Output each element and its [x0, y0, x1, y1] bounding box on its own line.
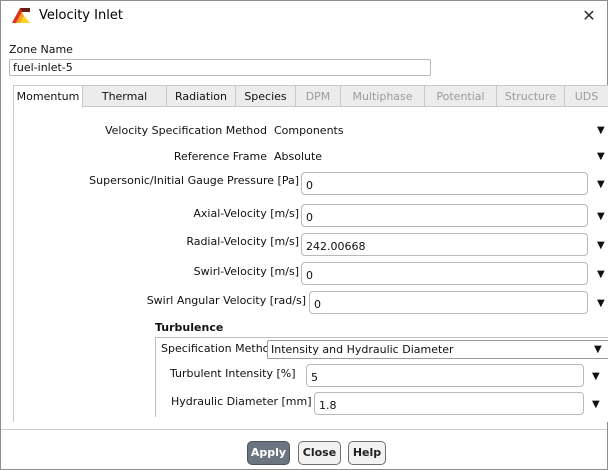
- hydraulic-diameter-field[interactable]: [314, 392, 584, 415]
- zone-name-label: Zone Name: [9, 43, 73, 56]
- velocity-method-dropdown[interactable]: Components: [274, 124, 344, 137]
- help-button[interactable]: Help: [348, 441, 386, 465]
- tab-multiphase: Multiphase: [341, 85, 425, 107]
- swirl-velocity-field[interactable]: [301, 262, 588, 285]
- chevron-down-icon[interactable]: ▼: [597, 299, 605, 309]
- apply-button[interactable]: Apply: [247, 441, 290, 465]
- chevron-down-icon[interactable]: ▼: [592, 372, 600, 382]
- momentum-panel: Velocity Specification Method Components…: [13, 106, 608, 422]
- tab-momentum[interactable]: Momentum: [13, 85, 83, 108]
- chevron-down-icon[interactable]: ▼: [597, 241, 605, 251]
- hydraulic-diameter-label: Hydraulic Diameter [mm]: [171, 395, 312, 408]
- radial-velocity-label: Radial-Velocity [m/s]: [186, 235, 299, 248]
- tab-potential: Potential: [425, 85, 497, 107]
- spec-method-label: Specification Method: [161, 342, 277, 355]
- turbulent-intensity-field[interactable]: [306, 364, 584, 387]
- chevron-down-icon[interactable]: ▼: [592, 400, 600, 410]
- footer-divider: [1, 429, 607, 430]
- turbulence-group: Specification Method Intensity and Hydra…: [155, 337, 608, 417]
- radial-velocity-field[interactable]: [301, 233, 588, 256]
- supersonic-pressure-field[interactable]: [301, 172, 588, 195]
- zone-name-field[interactable]: [9, 59, 431, 76]
- reference-frame-label: Reference Frame: [173, 150, 267, 163]
- tab-structure: Structure: [497, 85, 565, 107]
- reference-frame-dropdown[interactable]: Absolute: [274, 150, 322, 163]
- spec-method-value: Intensity and Hydraulic Diameter: [271, 343, 454, 356]
- swirl-angular-velocity-field[interactable]: [309, 291, 588, 314]
- axial-velocity-label: Axial-Velocity [m/s]: [193, 207, 299, 220]
- velocity-inlet-dialog: Velocity Inlet ✕ Zone Name Momentum Ther…: [0, 0, 608, 470]
- close-button[interactable]: Close: [298, 441, 341, 465]
- chevron-down-icon[interactable]: ▼: [597, 270, 605, 280]
- spec-method-dropdown[interactable]: Intensity and Hydraulic Diameter ▼: [267, 340, 608, 359]
- title-bar[interactable]: Velocity Inlet ✕: [1, 1, 607, 31]
- window-title: Velocity Inlet: [39, 8, 123, 23]
- swirl-angular-velocity-label: Swirl Angular Velocity [rad/s]: [146, 294, 306, 307]
- chevron-down-icon[interactable]: ▼: [597, 180, 605, 190]
- tab-thermal[interactable]: Thermal: [83, 85, 167, 107]
- tab-radiation[interactable]: Radiation: [167, 85, 236, 107]
- velocity-method-label: Velocity Specification Method: [104, 124, 267, 137]
- axial-velocity-field[interactable]: [301, 204, 588, 227]
- chevron-down-icon[interactable]: ▼: [597, 126, 605, 136]
- chevron-down-icon[interactable]: ▼: [597, 152, 605, 162]
- tab-species[interactable]: Species: [236, 85, 296, 107]
- close-icon[interactable]: ✕: [581, 6, 597, 25]
- turbulence-heading: Turbulence: [155, 321, 224, 334]
- tab-uds: UDS: [565, 85, 608, 107]
- fluent-app-icon: [11, 6, 31, 24]
- tab-bar: Momentum Thermal Radiation Species DPM M…: [13, 85, 608, 108]
- chevron-down-icon[interactable]: ▼: [597, 212, 605, 222]
- chevron-down-icon: ▼: [594, 344, 602, 355]
- tab-dpm: DPM: [296, 85, 341, 107]
- turbulent-intensity-label: Turbulent Intensity [%]: [170, 367, 296, 380]
- supersonic-pressure-label: Supersonic/Initial Gauge Pressure [Pa]: [89, 174, 299, 187]
- swirl-velocity-label: Swirl-Velocity [m/s]: [193, 265, 299, 278]
